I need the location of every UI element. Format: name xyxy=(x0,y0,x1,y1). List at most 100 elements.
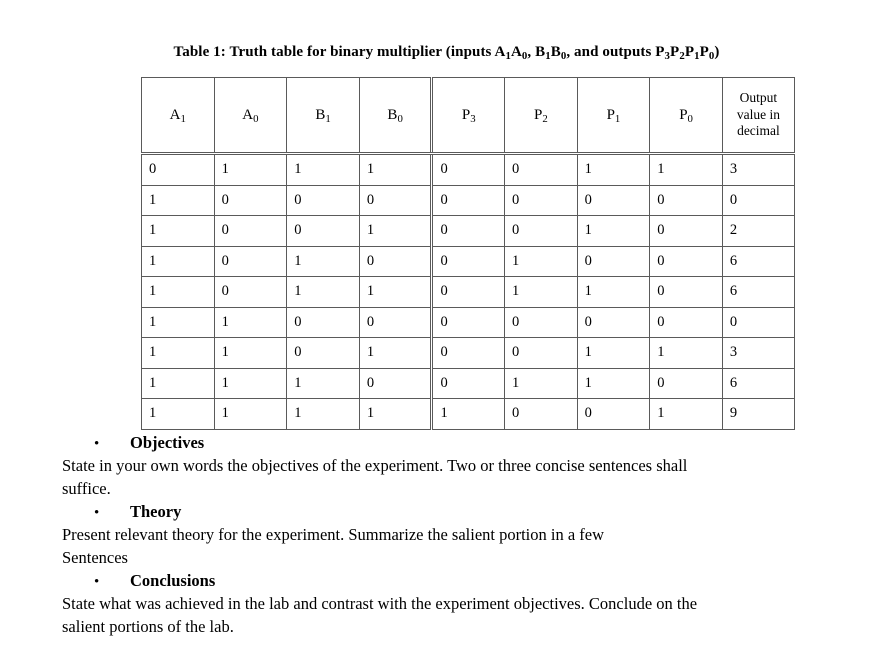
table-row: 011100113 xyxy=(141,153,796,186)
cell-bit: 1 xyxy=(430,398,506,430)
column-header-subscript: 0 xyxy=(253,112,259,125)
cell-bit: 0 xyxy=(358,306,433,338)
cell-bit: 0 xyxy=(213,215,288,247)
cell-bit: 1 xyxy=(141,276,215,308)
cell-bit: 1 xyxy=(213,337,288,369)
cell-bit: 0 xyxy=(504,398,578,430)
table-row: 100000000 xyxy=(141,184,796,216)
caption-prefix: Table 1: Truth table for binary multipli… xyxy=(173,44,495,60)
section-heading-label: Theory xyxy=(130,501,182,521)
caption-a1-base: A xyxy=(494,44,506,60)
section-paragraph-line: State what was achieved in the lab and c… xyxy=(62,593,698,613)
cell-bit: 0 xyxy=(649,245,723,277)
cell-bit: 1 xyxy=(141,306,215,338)
caption-mid2: , and outputs xyxy=(566,44,656,60)
report-sections: • Objectives State in your own words the o… xyxy=(62,432,852,638)
bullet-icon: • xyxy=(94,504,100,521)
section-heading-objectives: • Objectives xyxy=(62,432,852,454)
cell-bit: 0 xyxy=(576,245,651,277)
cell-bit: 0 xyxy=(213,276,288,308)
truth-table: A1 A0 B1 B0 P3 P2 P1 P0 Output value in decimal 01… xyxy=(141,77,796,430)
bullet-icon: • xyxy=(94,573,100,590)
caption-b1: B1 xyxy=(535,44,551,61)
column-header-base: A xyxy=(242,106,254,123)
cell-output-decimal: 9 xyxy=(721,398,796,430)
cell-bit: 0 xyxy=(504,306,578,338)
caption-b0: B0 xyxy=(550,44,567,61)
cell-bit: 1 xyxy=(213,306,288,338)
cell-bit: 1 xyxy=(141,367,215,399)
cell-bit: 1 xyxy=(286,153,360,186)
column-header-base: A xyxy=(169,106,181,123)
cell-output-decimal: 6 xyxy=(721,367,796,399)
table-row: 100100102 xyxy=(141,215,796,247)
column-header-base: P xyxy=(679,106,688,123)
column-header-subscript: 1 xyxy=(325,112,331,125)
cell-bit: 1 xyxy=(504,245,578,277)
section-heading-label: Conclusions xyxy=(130,570,216,590)
cell-bit: 0 xyxy=(649,306,723,338)
cell-bit: 1 xyxy=(358,153,433,186)
cell-bit: 1 xyxy=(141,245,215,277)
cell-bit: 1 xyxy=(141,184,215,216)
cell-bit: 0 xyxy=(358,367,433,399)
cell-bit: 0 xyxy=(141,153,215,186)
cell-bit: 1 xyxy=(213,367,288,399)
cell-bit: 0 xyxy=(430,306,506,338)
caption-p3: P3 xyxy=(655,44,670,61)
cell-bit: 0 xyxy=(576,398,651,430)
cell-bit: 0 xyxy=(430,245,506,277)
truth-table-body: 0111001131000000001001001021010010061011… xyxy=(141,153,796,430)
cell-output-decimal: 3 xyxy=(721,337,796,369)
cell-bit: 1 xyxy=(358,215,433,247)
cell-bit: 0 xyxy=(504,153,578,186)
caption-mid1: , xyxy=(527,44,536,60)
cell-bit: 0 xyxy=(576,184,651,216)
caption-a0-base: A xyxy=(510,44,522,60)
output-header-line-1: Output xyxy=(739,90,778,106)
cell-bit: 1 xyxy=(141,215,215,247)
cell-bit: 0 xyxy=(430,276,506,308)
caption-p2: P2 xyxy=(670,44,685,61)
cell-output-decimal: 6 xyxy=(721,245,796,277)
cell-bit: 1 xyxy=(649,337,723,369)
caption-b0-base: B xyxy=(550,44,561,60)
cell-bit: 1 xyxy=(358,276,433,308)
column-header-base: B xyxy=(315,106,326,123)
cell-bit: 1 xyxy=(286,398,360,430)
column-header-subscript: 1 xyxy=(614,112,621,125)
cell-output-decimal: 0 xyxy=(721,306,796,338)
table-row: 101001006 xyxy=(141,245,796,277)
column-header-p1: P1 xyxy=(576,77,651,155)
cell-bit: 1 xyxy=(576,367,651,399)
table-row: 111001106 xyxy=(141,367,796,399)
caption-p1-base: P xyxy=(684,44,695,60)
cell-bit: 1 xyxy=(358,398,433,430)
cell-bit: 0 xyxy=(430,184,506,216)
column-header-p0: P0 xyxy=(649,77,723,155)
caption-p1: P1 xyxy=(684,44,700,61)
column-header-a0: A0 xyxy=(213,77,288,155)
column-header-subscript: 3 xyxy=(470,112,476,125)
cell-bit: 1 xyxy=(213,398,288,430)
table-row: 111110019 xyxy=(141,398,796,430)
section-paragraph-line: salient portions of the lab. xyxy=(62,616,234,636)
table-caption: Table 1: Truth table for binary multipli… xyxy=(0,44,893,61)
cell-bit: 1 xyxy=(649,398,723,430)
cell-bit: 1 xyxy=(141,398,215,430)
column-header-subscript: 1 xyxy=(180,112,186,125)
output-header-line-2: value in xyxy=(736,106,780,122)
cell-output-decimal: 0 xyxy=(721,184,796,216)
caption-a0: A0 xyxy=(510,44,527,61)
table-row: 110000000 xyxy=(141,306,796,338)
cell-bit: 0 xyxy=(286,215,360,247)
cell-bit: 0 xyxy=(430,367,506,399)
cell-bit: 1 xyxy=(576,276,651,308)
caption-a1: A1 xyxy=(494,44,511,61)
cell-output-decimal: 2 xyxy=(721,215,796,247)
cell-bit: 1 xyxy=(358,337,433,369)
section-paragraph-line: Present relevant theory for the experime… xyxy=(62,524,605,544)
column-header-p2: P2 xyxy=(504,77,578,155)
table-row: 110100113 xyxy=(141,337,796,369)
cell-bit: 1 xyxy=(286,276,360,308)
